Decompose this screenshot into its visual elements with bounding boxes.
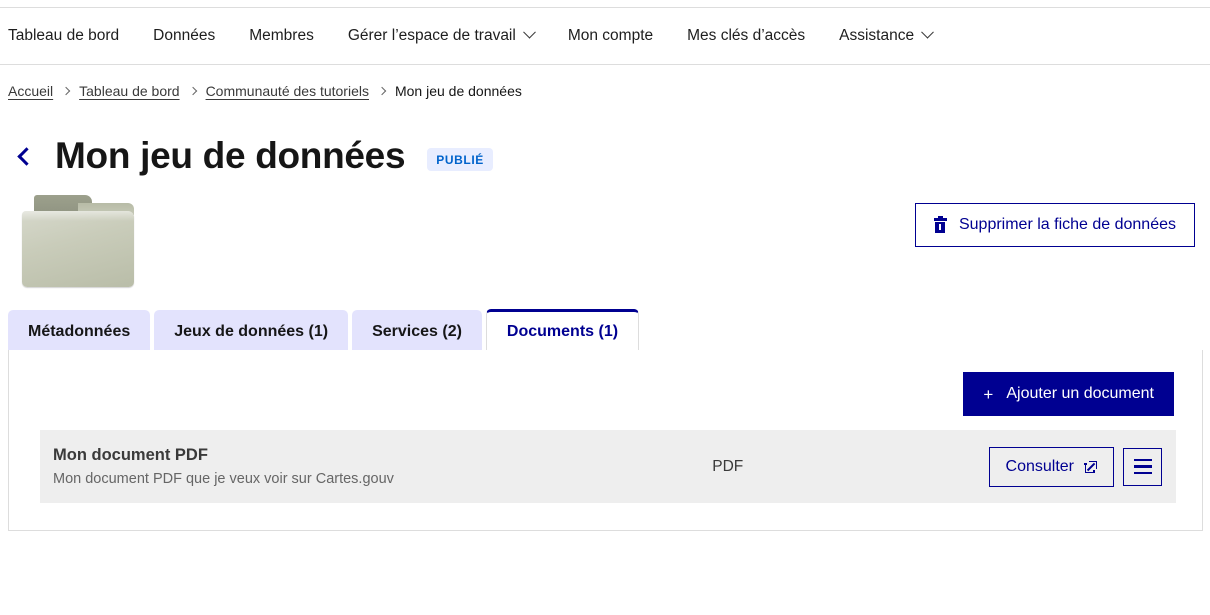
nav-item-tableau-de-bord[interactable]: Tableau de bord (8, 8, 136, 64)
tab-documents[interactable]: Documents (1) (486, 309, 639, 350)
document-type: PDF (467, 458, 989, 476)
chevron-down-icon (523, 25, 536, 38)
chevron-left-icon[interactable] (17, 147, 35, 165)
external-link-icon (1085, 461, 1097, 473)
page-header: Mon jeu de données PUBLIÉ (0, 99, 1210, 177)
tab-services[interactable]: Services (2) (352, 310, 482, 350)
document-description: Mon document PDF que je veux voir sur Ca… (53, 471, 533, 487)
breadcrumb-item-accueil[interactable]: Accueil (8, 83, 53, 99)
documents-panel: + Ajouter un document Mon document PDF M… (8, 350, 1203, 531)
nav-label: Mes clés d’accès (687, 8, 805, 64)
main-navigation: Tableau de bord Données Membres Gérer l’… (0, 8, 1210, 65)
nav-label: Assistance (839, 8, 914, 64)
tab-jeux-de-donnees[interactable]: Jeux de données (1) (154, 310, 348, 350)
add-document-button[interactable]: + Ajouter un document (963, 372, 1174, 416)
consult-document-button[interactable]: Consulter (989, 447, 1114, 487)
nav-label: Membres (249, 8, 314, 64)
nav-item-mes-cles-dacces[interactable]: Mes clés d’accès (670, 8, 822, 64)
top-strip (0, 0, 1210, 8)
nav-label: Gérer l’espace de travail (348, 8, 516, 64)
delete-dataset-label: Supprimer la fiche de données (959, 216, 1176, 234)
page-title: Mon jeu de données (55, 135, 405, 177)
hamburger-menu-icon-line (1134, 459, 1152, 461)
document-title: Mon document PDF (53, 446, 533, 465)
delete-dataset-button[interactable]: Supprimer la fiche de données (915, 203, 1195, 247)
breadcrumb-item-communaute-des-tutoriels[interactable]: Communauté des tutoriels (206, 83, 369, 99)
nav-item-assistance[interactable]: Assistance (822, 8, 949, 64)
breadcrumb-separator-icon (62, 87, 70, 95)
document-info: Mon document PDF Mon document PDF que je… (53, 446, 533, 487)
nav-label: Mon compte (568, 8, 653, 64)
nav-label: Données (153, 8, 215, 64)
breadcrumb-item-current: Mon jeu de données (395, 83, 522, 99)
status-badge: PUBLIÉ (427, 148, 493, 171)
dataset-summary-row: Supprimer la fiche de données (0, 177, 1210, 297)
trash-icon (934, 218, 947, 233)
nav-item-membres[interactable]: Membres (232, 8, 331, 64)
breadcrumb-item-tableau-de-bord[interactable]: Tableau de bord (79, 83, 179, 99)
chevron-down-icon (921, 25, 934, 38)
table-row: Mon document PDF Mon document PDF que je… (40, 430, 1176, 503)
folder-icon-body (22, 211, 134, 287)
tab-metadonnees[interactable]: Métadonnées (8, 310, 150, 350)
breadcrumb: Accueil Tableau de bord Communauté des t… (0, 65, 1210, 99)
folder-icon (22, 195, 134, 287)
nav-item-mon-compte[interactable]: Mon compte (551, 8, 670, 64)
nav-label: Tableau de bord (8, 8, 119, 64)
add-document-label: Ajouter un document (1006, 385, 1154, 403)
nav-item-donnees[interactable]: Données (136, 8, 232, 64)
consult-document-label: Consulter (1006, 458, 1074, 476)
panel-actions: + Ajouter un document (41, 372, 1174, 416)
plus-icon: + (983, 386, 993, 403)
document-actions: Consulter (989, 447, 1162, 487)
document-menu-button[interactable] (1123, 448, 1162, 486)
breadcrumb-separator-icon (378, 87, 386, 95)
hamburger-menu-icon-line (1134, 465, 1152, 467)
hamburger-menu-icon-line (1134, 472, 1152, 474)
nav-item-gerer-espace-travail[interactable]: Gérer l’espace de travail (331, 8, 551, 64)
breadcrumb-separator-icon (188, 87, 196, 95)
tab-bar: Métadonnées Jeux de données (1) Services… (0, 309, 1210, 350)
